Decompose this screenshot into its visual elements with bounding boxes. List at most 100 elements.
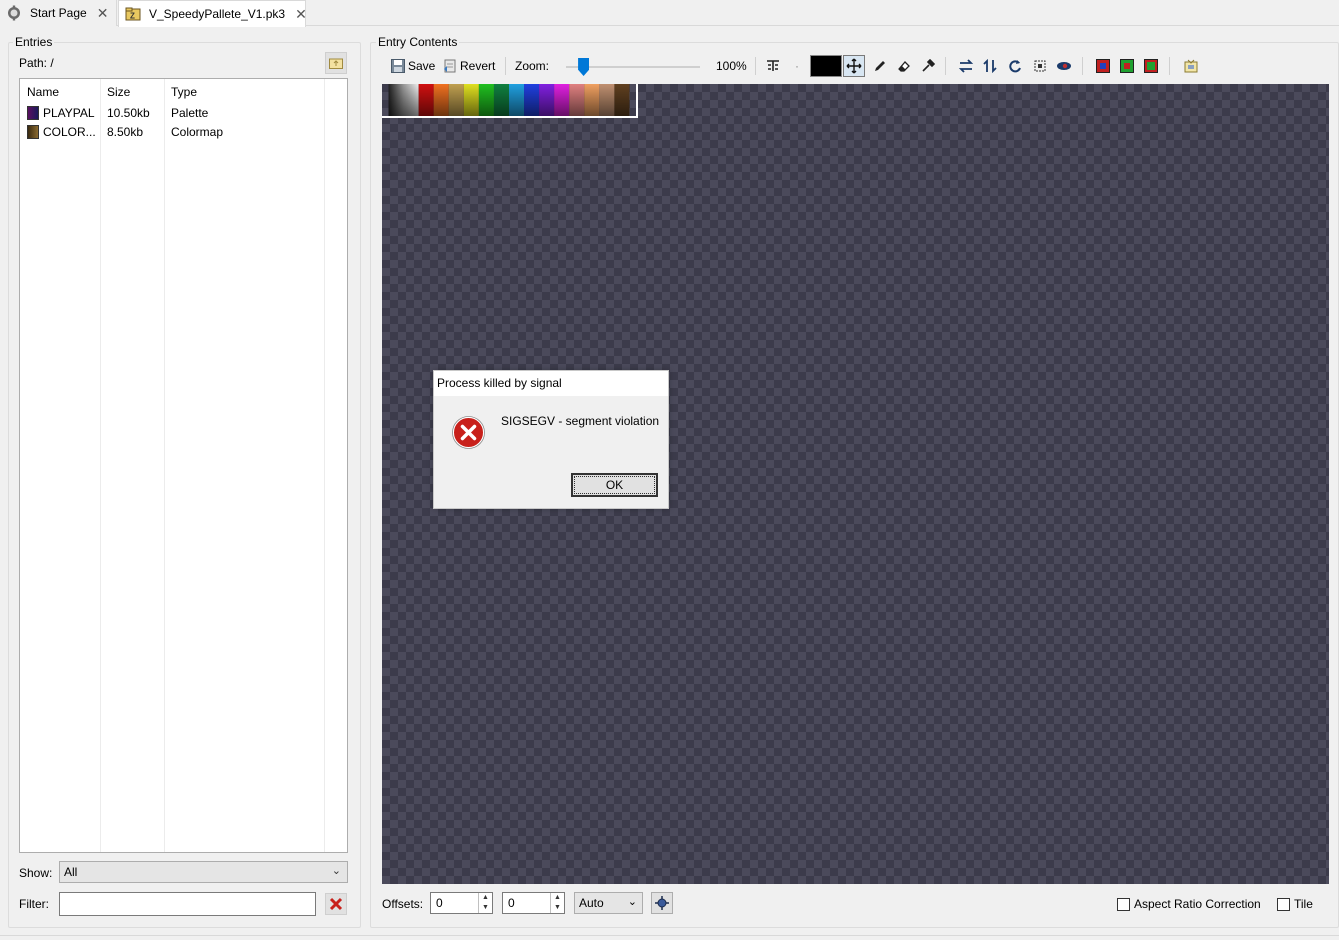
auto-offset-button[interactable] [651,892,673,914]
save-button[interactable]: Save [389,57,435,75]
zoom-label: Zoom: [515,59,550,73]
offset-x-spinner[interactable]: 0 ▲ ▼ [430,892,493,914]
column-divider [164,79,165,852]
mirror-vertical-button[interactable] [982,57,1000,75]
crop-button[interactable] [1031,57,1049,75]
tile-label: Tile [1294,897,1313,911]
convert-button[interactable] [1182,57,1200,75]
red-x-icon [329,897,343,911]
up-directory-button[interactable] [325,52,347,74]
entry-name: COLOR... [43,125,96,139]
ok-button[interactable]: OK [571,473,658,497]
svg-text:Z: Z [130,12,135,21]
spinner-arrows-icon[interactable]: ▲ ▼ [478,893,492,913]
toolbar-separator [945,57,946,75]
close-icon[interactable]: ✕ [97,5,109,22]
move-icon [846,58,862,74]
rotate-button[interactable] [1006,57,1024,75]
entries-group-label: Entries [13,35,55,49]
entry-size: 8.50kb [107,125,144,139]
crop-icon [1031,57,1049,75]
dot-icon: · [795,59,799,73]
pencil-icon [871,57,889,75]
tab-archive[interactable]: Z V_SpeedyPallete_V1.pk3 ✕ [118,0,307,27]
entries-list[interactable]: Name Size Type PLAYPAL 10.50kb Palette C… [19,78,348,853]
chevron-down-icon: ⌄ [627,896,637,908]
rotate-icon [1006,57,1024,75]
text-icon [764,57,782,75]
remap-icon [1142,57,1160,75]
eye-icon [1055,57,1073,75]
spinner-arrows-icon[interactable]: ▲ ▼ [550,893,564,913]
filter-input[interactable] [59,892,316,916]
column-header-name[interactable]: Name [27,85,59,99]
column-header-type[interactable]: Type [171,85,197,99]
column-header-size[interactable]: Size [107,85,130,99]
show-value: All [64,865,78,879]
folder-up-icon [329,58,343,69]
entry-size: 10.50kb [107,106,150,120]
offsets-label: Offsets: [382,897,424,911]
mirror-vertical-icon [982,57,1000,75]
tab-archive-label: V_SpeedyPallete_V1.pk3 [149,7,286,21]
toolbar-separator [1169,57,1170,75]
pencil-tool-button[interactable] [871,57,889,75]
revert-button[interactable]: Revert [441,57,495,75]
offset-y-value: 0 [508,896,515,910]
revert-label: Revert [460,59,496,73]
aspect-ratio-label: Aspect Ratio Correction [1134,897,1261,911]
offset-y-spinner[interactable]: 0 ▲ ▼ [502,892,565,914]
eraser-icon [895,57,913,75]
colourise-icon [1094,57,1112,75]
toolbar-separator [1082,57,1083,75]
mirror-horizontal-button[interactable] [957,57,975,75]
gear-icon [6,5,22,21]
path-label: Path: / [19,56,54,70]
zoom-value: 100% [716,59,747,73]
checkbox-box[interactable] [1277,897,1290,911]
text-tool-button[interactable] [764,57,782,75]
save-label: Save [408,59,436,73]
palette-image [382,84,638,118]
list-item[interactable]: PLAYPAL 10.50kb Palette [20,104,347,123]
eyedropper-tool-button[interactable] [919,57,937,75]
error-dialog: Process killed by signal SIGSEGV - segme… [433,370,669,509]
offset-mode-dropdown[interactable]: Auto ⌄ [574,892,643,914]
show-dropdown[interactable]: All ⌄ [59,861,348,883]
close-icon[interactable]: ✕ [295,6,307,23]
toolbar-separator [755,57,756,75]
tab-start-page[interactable]: Start Page ✕ [0,0,117,26]
tab-start-page-label: Start Page [30,6,87,20]
eyedropper-icon [919,57,937,75]
column-divider [324,79,325,852]
tint-icon [1118,57,1136,75]
chevron-down-icon: ⌄ [331,865,341,877]
tint-button[interactable] [1055,57,1073,75]
tile-checkbox[interactable]: Tile [1277,897,1313,911]
tint-colour-button[interactable] [1118,57,1136,75]
entry-type: Palette [171,106,209,120]
entry-contents-group-label: Entry Contents [376,35,460,49]
revert-icon [441,57,459,75]
offset-x-value: 0 [436,896,443,910]
offset-mode-value: Auto [579,896,604,910]
entry-name: PLAYPAL [43,106,95,120]
status-bar [0,935,1339,940]
paint-color-swatch[interactable] [810,55,842,77]
drag-tool-button[interactable] [843,55,865,77]
remap-colours-button[interactable] [1142,57,1160,75]
toolbar-separator [505,57,506,75]
floppy-disk-icon [389,57,407,75]
checkbox-box[interactable] [1117,897,1130,911]
clear-filter-button[interactable] [325,893,347,915]
dialog-message: SIGSEGV - segment violation [501,414,660,428]
column-divider [100,79,101,852]
list-item[interactable]: COLOR... 8.50kb Colormap [20,123,347,142]
archive-icon: Z [125,6,141,22]
dialog-title: Process killed by signal [434,371,668,396]
eraser-tool-button[interactable] [895,57,913,75]
mirror-horizontal-icon [957,57,975,75]
aspect-ratio-checkbox[interactable]: Aspect Ratio Correction [1117,897,1261,911]
colourise-button[interactable] [1094,57,1112,75]
error-icon [452,416,485,449]
